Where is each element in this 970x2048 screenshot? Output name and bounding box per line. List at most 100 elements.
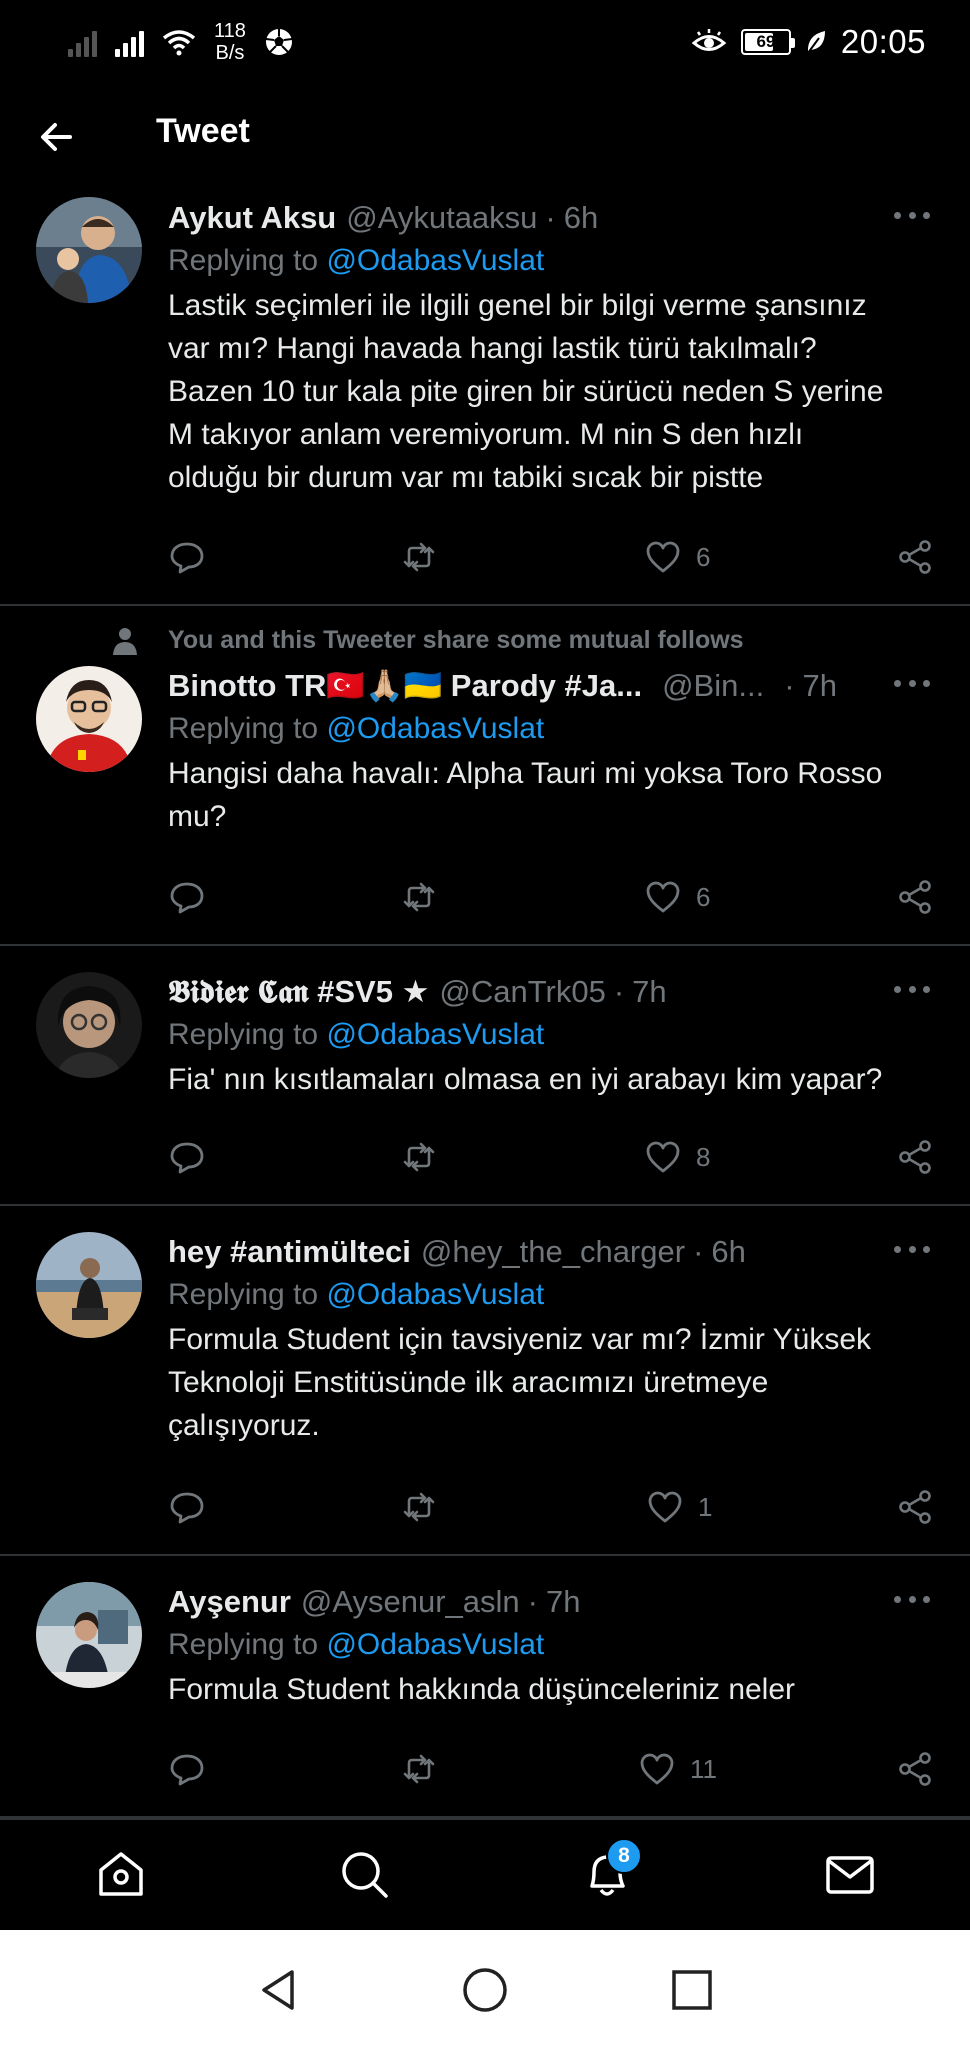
tweet-item[interactable]: 𝕭𝖎𝖉𝖎𝖊𝖗 𝕮𝖆𝖓 #SV5 ★ @CanTrk05 · 7h Replyin… xyxy=(0,946,970,1206)
retweet-button[interactable] xyxy=(400,534,438,580)
share-button[interactable] xyxy=(896,1484,934,1530)
more-options-icon[interactable] xyxy=(890,200,934,230)
separator-dot: · xyxy=(613,974,625,1009)
replying-to-label: Replying to xyxy=(168,1628,319,1661)
replying-to: Replying to @OdabasVuslat xyxy=(168,1622,940,1668)
like-button[interactable]: 6 xyxy=(644,534,710,580)
replying-to-link[interactable]: @OdabasVuslat xyxy=(326,244,544,277)
retweet-button[interactable] xyxy=(400,1746,438,1792)
tweet-text-line: Bazen 10 tur kala pite giren bir sürücü … xyxy=(168,375,884,408)
tweet-header: Aykut Aksu @Aykutaaksu · 6h xyxy=(168,198,940,238)
heart-icon xyxy=(640,1753,674,1785)
reply-icon xyxy=(170,542,204,574)
tweet-item[interactable]: You and this Tweeter share some mutual f… xyxy=(0,606,970,946)
status-left: 118 B/s xyxy=(68,14,294,70)
display-name[interactable]: Aykut Aksu xyxy=(168,198,336,238)
share-button[interactable] xyxy=(896,874,934,920)
replying-to: Replying to @OdabasVuslat xyxy=(168,1012,940,1058)
replying-to-label: Replying to xyxy=(168,1018,319,1051)
like-button[interactable]: 8 xyxy=(644,1134,710,1180)
tweet-text: Fia' nın kısıtlamaları olmasa en iyi ara… xyxy=(168,1058,940,1101)
reply-button[interactable] xyxy=(168,1484,206,1530)
share-button[interactable] xyxy=(896,534,934,580)
power-saving-leaf-icon xyxy=(807,31,825,54)
back-arrow-icon[interactable] xyxy=(34,114,80,160)
tweet-header: 𝕭𝖎𝖉𝖎𝖊𝖗 𝕮𝖆𝖓 #SV5 ★ @CanTrk05 · 7h xyxy=(168,972,940,1012)
status-right: 69 20:05 xyxy=(691,16,926,68)
replying-to: Replying to @OdabasVuslat xyxy=(168,706,940,752)
retweet-button[interactable] xyxy=(400,874,438,920)
display-name[interactable]: 𝕭𝖎𝖉𝖎𝖊𝖗 𝕮𝖆𝖓 #SV5 ★ xyxy=(168,972,429,1012)
avatar[interactable] xyxy=(36,666,142,772)
system-recents-icon[interactable] xyxy=(666,1964,718,2016)
status-bar: 118 B/s 69 20:05 xyxy=(0,0,970,84)
handle[interactable]: @Aykutaaksu xyxy=(346,198,537,238)
system-back-icon[interactable] xyxy=(252,1964,304,2016)
tweet-text-line: M takıyor anlam veremiyorum. M nin S den… xyxy=(168,418,804,451)
replying-to-label: Replying to xyxy=(168,1278,319,1311)
person-icon xyxy=(113,628,137,655)
replying-to-link[interactable]: @OdabasVuslat xyxy=(326,1018,544,1051)
search-icon[interactable] xyxy=(336,1846,392,1902)
reply-button[interactable] xyxy=(168,1746,206,1792)
avatar[interactable] xyxy=(36,1582,142,1688)
avatar[interactable] xyxy=(36,972,142,1078)
reply-button[interactable] xyxy=(168,874,206,920)
share-icon xyxy=(899,1140,931,1174)
retweet-button[interactable] xyxy=(400,1484,438,1530)
heart-icon xyxy=(648,1491,682,1523)
tweet-actions: 6 xyxy=(168,534,940,580)
replying-to-link[interactable]: @OdabasVuslat xyxy=(326,1278,544,1311)
reply-icon xyxy=(170,882,204,914)
messages-envelope-icon[interactable] xyxy=(822,1846,878,1902)
handle[interactable]: @hey_the_charger xyxy=(421,1232,685,1272)
avatar[interactable] xyxy=(36,1232,142,1338)
replying-to-link[interactable]: @OdabasVuslat xyxy=(326,1628,544,1661)
tweet-text: Hangisi daha havalı: Alpha Tauri mi yoks… xyxy=(168,752,940,838)
tweet-item[interactable]: Aykut Aksu @Aykutaaksu · 6h Replying to … xyxy=(0,182,970,606)
tweet-item[interactable]: Ayşenur @Aysenur_asln · 7h Replying to @… xyxy=(0,1556,970,1818)
retweet-icon xyxy=(403,1492,435,1522)
more-options-icon[interactable] xyxy=(890,1234,934,1264)
timestamp: 7h xyxy=(545,1584,581,1619)
retweet-icon xyxy=(403,542,435,572)
clock: 20:05 xyxy=(840,23,926,60)
tweet-text: Lastik seçimleri ile ilgili genel bir bi… xyxy=(168,284,940,499)
heart-icon xyxy=(646,881,680,913)
share-icon xyxy=(899,540,931,574)
handle[interactable]: @Aysenur_asln xyxy=(301,1582,520,1622)
reply-button[interactable] xyxy=(168,1134,206,1180)
avatar[interactable] xyxy=(36,197,142,303)
separator-dot: · xyxy=(784,668,795,703)
like-button[interactable]: 1 xyxy=(646,1484,712,1530)
display-name[interactable]: hey #antimülteci xyxy=(168,1232,411,1272)
reply-icon xyxy=(170,1754,204,1786)
handle[interactable]: @CanTrk05 xyxy=(439,972,605,1012)
tweet-item[interactable]: hey #antimülteci @hey_the_charger · 6h R… xyxy=(0,1206,970,1556)
tweet-text-line: var mı? Hangi havada hangi lastik türü t… xyxy=(168,332,817,365)
system-home-icon[interactable] xyxy=(459,1964,511,2016)
replying-to-link[interactable]: @OdabasVuslat xyxy=(326,712,544,745)
tweet-text-line: olduğu bir durum var mı tabiki sıcak bir… xyxy=(168,461,764,494)
more-options-icon[interactable] xyxy=(890,668,934,698)
like-button[interactable]: 11 xyxy=(638,1746,717,1792)
display-name[interactable]: Ayşenur xyxy=(168,1582,291,1622)
signal-sim2-icon xyxy=(115,27,144,57)
handle[interactable]: @Bin... xyxy=(662,666,764,706)
tweet-text: Formula Student hakkında düşünceleriniz … xyxy=(168,1668,940,1711)
more-options-icon[interactable] xyxy=(890,974,934,1004)
replying-to: Replying to @OdabasVuslat xyxy=(168,238,940,284)
display-name[interactable]: Binotto TR🇹🇷🙏🏼🇺🇦 Parody #Ja... xyxy=(168,666,642,706)
net-speed-unit: B/s xyxy=(215,42,245,64)
retweet-button[interactable] xyxy=(400,1134,438,1180)
tweet-actions: 11 xyxy=(168,1746,940,1792)
more-options-icon[interactable] xyxy=(890,1584,934,1614)
like-button[interactable]: 6 xyxy=(644,874,710,920)
home-icon[interactable] xyxy=(93,1846,149,1902)
retweet-icon xyxy=(403,882,435,912)
share-button[interactable] xyxy=(896,1746,934,1792)
reply-button[interactable] xyxy=(168,534,206,580)
share-button[interactable] xyxy=(896,1134,934,1180)
separator-dot: · xyxy=(545,200,556,235)
tweet-actions: 8 xyxy=(168,1134,940,1180)
